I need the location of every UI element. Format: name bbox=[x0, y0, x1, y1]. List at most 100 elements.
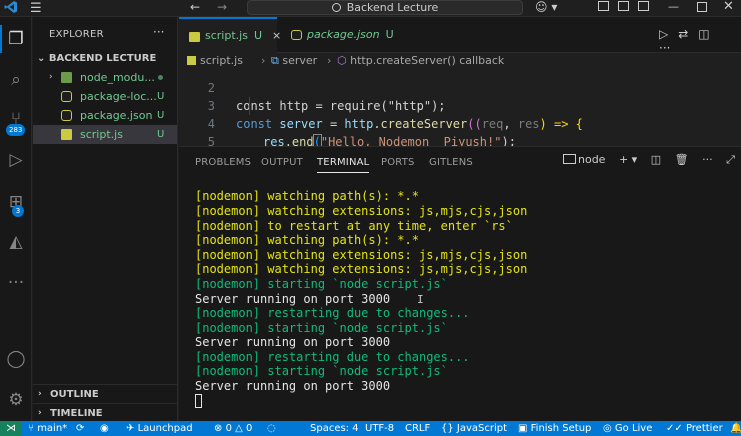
terminal-line: [nodemon] watching path(s): *.* bbox=[195, 189, 419, 203]
more-actions-icon[interactable]: ··· bbox=[702, 153, 713, 166]
tree-item-package-json[interactable]: package.json U bbox=[33, 106, 177, 125]
forward-arrow-icon[interactable]: → bbox=[217, 0, 227, 14]
split-terminal-icon[interactable]: ◫ bbox=[651, 153, 661, 166]
close-window-icon[interactable]: ✕ bbox=[723, 0, 734, 14]
launchpad-item[interactable]: ✈ Launchpad bbox=[126, 421, 193, 436]
indentation-indicator[interactable]: Spaces: 4 bbox=[310, 421, 359, 436]
remote-icon[interactable]: ⋊ bbox=[0, 421, 22, 436]
tree-item-package-lock[interactable]: package-loc... U bbox=[33, 87, 177, 106]
tab-ports[interactable]: PORTS bbox=[381, 157, 415, 168]
terminal-line: [nodemon] watching path(s): *.* bbox=[195, 233, 419, 247]
sync-icon[interactable]: ⟳ bbox=[76, 421, 84, 436]
tab-package-json[interactable]: package.json U bbox=[281, 17, 411, 53]
breadcrumb-symbol-server[interactable]: ⧉ server bbox=[271, 53, 317, 68]
activity-bar: ❐ ⌕ ⑂ 283 ▷ ⊞ 3 ◭ ··· ◯ ⚙ bbox=[0, 17, 32, 421]
more-views-icon[interactable]: ··· bbox=[0, 273, 32, 293]
gitlens-icon[interactable]: ◉ bbox=[100, 421, 109, 436]
terminal-name[interactable]: node bbox=[578, 153, 605, 166]
split-editor-icon[interactable]: ◫ bbox=[698, 27, 709, 41]
json-icon bbox=[291, 30, 302, 40]
tree-item-node-modules[interactable]: › node_modu... bbox=[33, 68, 177, 87]
breadcrumb-symbol-callback[interactable]: ⬡ http.createServer() callback bbox=[337, 53, 504, 68]
variable-icon: ⧉ bbox=[271, 54, 283, 67]
prettier-label: Prettier bbox=[685, 423, 723, 434]
folder-icon bbox=[61, 72, 72, 83]
js-icon bbox=[189, 32, 200, 42]
warning-icon: △ bbox=[235, 423, 246, 434]
json-icon bbox=[61, 110, 72, 121]
eol-indicator[interactable]: CRLF bbox=[405, 421, 430, 436]
layout-controls bbox=[598, 1, 658, 14]
tab-output[interactable]: OUTPUT bbox=[261, 157, 303, 168]
tab-terminal[interactable]: TERMINAL bbox=[317, 157, 370, 173]
workspace-folder-header[interactable]: ⌄ BACKEND LECTURE bbox=[37, 53, 156, 64]
hamburger-menu-icon[interactable]: ☰ bbox=[30, 1, 42, 16]
branch-indicator[interactable]: ⑂ main* bbox=[28, 421, 67, 436]
kill-terminal-icon[interactable]: 🗑 bbox=[675, 153, 689, 166]
extensions-badge: 3 bbox=[12, 205, 24, 217]
tab-script-js[interactable]: script.js U × bbox=[179, 17, 281, 53]
branch-name: main* bbox=[37, 423, 68, 434]
problems-indicator[interactable]: ⊗ 0 △ 0 bbox=[214, 421, 252, 436]
toggle-sidebar-icon[interactable] bbox=[598, 1, 609, 11]
error-count: 0 bbox=[225, 423, 232, 434]
code-line-2: 2 const http = require("http"); bbox=[179, 68, 741, 113]
explorer-icon[interactable]: ❐ bbox=[0, 29, 32, 49]
breadcrumb-separator: › bbox=[261, 54, 266, 67]
encoding-indicator[interactable]: UTF-8 bbox=[365, 421, 394, 436]
code-editor[interactable]: 2 const http = require("http"); 3 const … bbox=[179, 68, 741, 146]
outline-section[interactable]: › OUTLINE bbox=[33, 384, 177, 403]
terminal-line: Server running on port 3000 bbox=[195, 379, 391, 393]
terminal-line: [nodemon] restarting due to changes... bbox=[195, 306, 470, 320]
terminal-toolbar: node + ▾ ◫ 🗑 ··· ⤢ ✕ bbox=[563, 153, 741, 167]
bell-off-icon[interactable]: ◌ bbox=[267, 421, 276, 436]
remote-explorer-icon[interactable]: ◭ bbox=[0, 232, 32, 252]
manage-gear-icon[interactable]: ⚙ bbox=[0, 390, 32, 410]
bottom-panel: PROBLEMS OUTPUT TERMINAL PORTS GITLENS n… bbox=[179, 146, 741, 421]
more-actions-icon[interactable]: ··· bbox=[153, 25, 164, 39]
prettier-item[interactable]: ✓✓ Prettier bbox=[666, 421, 723, 436]
terminal-line: [nodemon] starting `node script.js` bbox=[195, 364, 448, 378]
new-terminal-icon[interactable]: + ▾ bbox=[619, 153, 637, 166]
search-icon[interactable]: ⌕ bbox=[0, 70, 32, 90]
compare-icon[interactable]: ⇄ bbox=[678, 27, 688, 41]
file-name: node_modu... bbox=[80, 71, 155, 84]
run-icon[interactable]: ▷ bbox=[659, 27, 668, 41]
broadcast-icon: ◎ bbox=[603, 423, 615, 434]
tab-problems[interactable]: PROBLEMS bbox=[195, 157, 251, 168]
account-icon[interactable]: ◯ bbox=[0, 349, 32, 369]
code-token: res bbox=[263, 135, 285, 146]
close-tab-icon[interactable]: × bbox=[272, 29, 281, 42]
js-icon bbox=[187, 56, 196, 65]
tab-label: package.json bbox=[307, 28, 380, 41]
finish-setup-label: Finish Setup bbox=[530, 423, 592, 434]
go-live-item[interactable]: ◎ Go Live bbox=[603, 421, 652, 436]
breadcrumb-file[interactable]: script.js bbox=[187, 53, 243, 68]
file-name: script.js bbox=[80, 128, 123, 141]
notifications-bell-icon[interactable]: 🔔 bbox=[730, 421, 741, 436]
command-center-search[interactable]: Backend Lecture bbox=[247, 0, 523, 15]
warning-count: 0 bbox=[246, 423, 253, 434]
minimize-icon[interactable]: — bbox=[668, 0, 679, 13]
code-token: end bbox=[291, 135, 314, 146]
maximize-icon[interactable] bbox=[697, 2, 707, 12]
tab-gitlens[interactable]: GITLENS bbox=[429, 157, 473, 168]
copilot-icon[interactable]: ☺ ▾ bbox=[535, 0, 557, 14]
timeline-section[interactable]: › TIMELINE bbox=[33, 403, 177, 422]
braces-icon: {} bbox=[441, 423, 457, 434]
file-name: package.json bbox=[80, 109, 153, 122]
source-control-badge: 283 bbox=[6, 124, 26, 136]
tree-item-script-js[interactable]: script.js U bbox=[33, 125, 177, 144]
maximize-panel-icon[interactable]: ⤢ bbox=[726, 153, 735, 167]
go-live-label: Go Live bbox=[614, 423, 653, 434]
back-arrow-icon[interactable]: ← bbox=[190, 0, 200, 14]
finish-setup-item[interactable]: ▣ Finish Setup bbox=[518, 421, 591, 436]
toggle-panel-icon[interactable] bbox=[618, 1, 629, 11]
tab-status: U bbox=[253, 29, 262, 42]
language-indicator[interactable]: {} JavaScript bbox=[441, 421, 507, 436]
run-debug-icon[interactable]: ▷ bbox=[0, 150, 32, 170]
js-icon bbox=[61, 129, 72, 140]
toggle-secondary-sidebar-icon[interactable] bbox=[638, 1, 649, 11]
mouse-ibeam-icon: I bbox=[417, 293, 424, 306]
launchpad-label: Launchpad bbox=[137, 423, 193, 434]
